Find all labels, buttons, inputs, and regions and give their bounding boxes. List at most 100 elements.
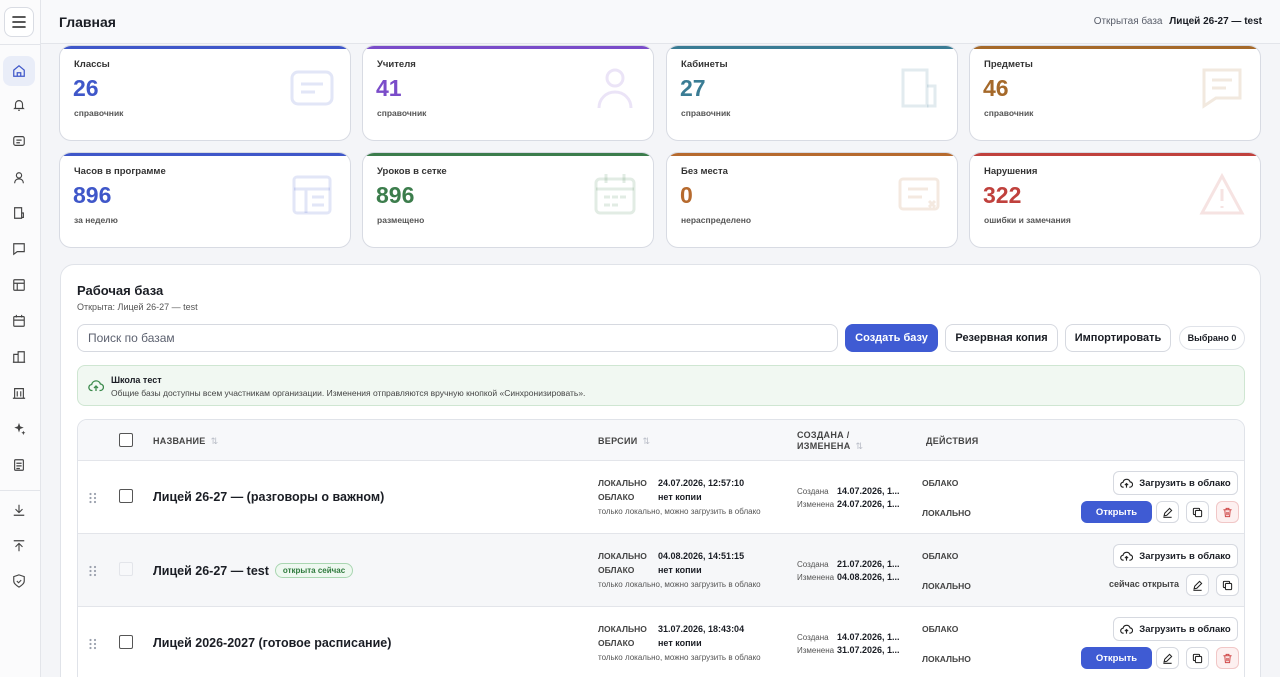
stat-card-subjects[interactable]: Предметы 46 справочник: [969, 45, 1261, 141]
cloud-version: нет копии: [658, 565, 702, 575]
local-label: ЛОКАЛЬНО: [598, 624, 647, 634]
edit-icon: [1163, 653, 1173, 664]
stat-card-lessons[interactable]: Уроков в сетке 896 размещено: [362, 152, 654, 248]
local-version: 24.07.2026, 12:57:10: [658, 478, 745, 488]
row-checkbox[interactable]: [119, 489, 133, 503]
backup-button[interactable]: Резервная копия: [945, 324, 1058, 352]
shield-icon[interactable]: [3, 566, 35, 596]
upload-label: Загрузить в облако: [1139, 623, 1231, 635]
changed-label: Изменена: [797, 646, 835, 655]
created-date: 14.07.2026, 1...: [837, 632, 900, 642]
door-icon[interactable]: [3, 198, 35, 228]
buildings-icon[interactable]: [3, 342, 35, 372]
stat-value: 27: [680, 75, 706, 101]
stat-label: Часов в программе: [74, 166, 166, 177]
stat-value: 896: [73, 182, 112, 208]
edit-icon: [1163, 507, 1173, 518]
copy-icon: [1192, 653, 1203, 663]
user-icon[interactable]: [3, 163, 35, 193]
chat-icon[interactable]: [3, 234, 35, 264]
notice-text: Общие базы доступны всем участникам орга…: [111, 388, 586, 398]
created-label: Создана: [797, 487, 829, 496]
stat-card-hours[interactable]: Часов в программе 896 за неделю: [59, 152, 351, 248]
col-versions-header[interactable]: ВЕРСИИ ⇅: [598, 436, 650, 447]
calendar-icon[interactable]: [3, 306, 35, 336]
drag-handle-icon[interactable]: [88, 637, 98, 651]
table-row[interactable]: Лицей 26-27 — test открыта сейчас ЛОКАЛЬН…: [78, 534, 1244, 607]
base-name[interactable]: Лицей 2026-2027 (готовое расписание): [153, 636, 391, 650]
sparkles-icon[interactable]: [3, 414, 35, 444]
stat-sub: размещено: [377, 215, 425, 225]
open-button[interactable]: Открыть: [1081, 647, 1152, 669]
menu-icon[interactable]: [4, 7, 34, 37]
stat-card-rooms[interactable]: Кабинеты 27 справочник: [666, 45, 958, 141]
upload-to-cloud-button[interactable]: Загрузить в облако: [1113, 544, 1238, 568]
stat-value: 41: [376, 75, 402, 101]
panel-subtitle: Открыта: Лицей 26-27 — test: [77, 302, 198, 312]
duplicate-button[interactable]: [1216, 574, 1239, 596]
cloud-version: нет копии: [658, 492, 702, 502]
building-icon[interactable]: [3, 378, 35, 408]
download-icon[interactable]: [3, 495, 35, 525]
stat-sub: справочник: [74, 108, 124, 118]
rename-button[interactable]: [1156, 501, 1179, 523]
version-note: только локально, можно загрузить в облак…: [598, 653, 761, 662]
col-created-label: СОЗДАНА /: [797, 430, 850, 440]
row-checkbox[interactable]: [119, 635, 133, 649]
stat-value: 0: [680, 182, 693, 208]
table-row[interactable]: Лицей 26-27 — (разговоры о важном) ЛОКАЛ…: [78, 461, 1244, 534]
table-icon[interactable]: [3, 270, 35, 300]
base-name[interactable]: Лицей 26-27 — test открыта сейчас: [153, 563, 354, 578]
copy-icon: [1192, 507, 1203, 517]
created-label: Создана: [797, 633, 829, 642]
search-input[interactable]: [77, 324, 838, 352]
open-button[interactable]: Открыть: [1081, 501, 1152, 523]
rename-button[interactable]: [1186, 574, 1209, 596]
col-name-label: НАЗВАНИЕ: [153, 436, 206, 446]
drag-handle-icon[interactable]: [88, 491, 98, 505]
local-status: ЛОКАЛЬНО: [922, 508, 971, 518]
upload-icon[interactable]: [3, 531, 35, 561]
import-button[interactable]: Импортировать: [1065, 324, 1171, 352]
col-name-header[interactable]: НАЗВАНИЕ ⇅: [153, 436, 218, 447]
table-header: НАЗВАНИЕ ⇅ ВЕРСИИ ⇅ СОЗДАНА / ИЗМЕНЕНА ⇅ ДЕ…: [78, 420, 1244, 461]
base-name[interactable]: Лицей 26-27 — (разговоры о важном): [153, 490, 384, 504]
cloud-label: ОБЛАКО: [598, 638, 635, 648]
duplicate-button[interactable]: [1186, 501, 1209, 523]
stat-label: Без места: [681, 166, 728, 177]
selected-count-badge: Выбрано 0: [1179, 326, 1245, 350]
bell-icon[interactable]: [3, 90, 35, 120]
changed-label: Изменена: [797, 500, 835, 509]
stat-card-teachers[interactable]: Учителя 41 справочник: [362, 45, 654, 141]
select-all-checkbox[interactable]: [119, 433, 133, 447]
upload-to-cloud-button[interactable]: Загрузить в облако: [1113, 471, 1238, 495]
stat-label: Предметы: [984, 59, 1033, 70]
create-base-button[interactable]: Создать базу: [845, 324, 938, 352]
sidebar-divider: [0, 490, 40, 491]
stat-value: 322: [983, 182, 1022, 208]
rename-button[interactable]: [1156, 647, 1179, 669]
created-label: Создана: [797, 560, 829, 569]
stat-label: Кабинеты: [681, 59, 728, 70]
home-icon[interactable]: [3, 56, 35, 86]
drag-handle-icon[interactable]: [88, 564, 98, 578]
stat-card-violations[interactable]: Нарушения 322 ошибки и замечания: [969, 152, 1261, 248]
trash-icon: [1223, 653, 1232, 663]
local-status: ЛОКАЛЬНО: [922, 581, 971, 591]
delete-button[interactable]: [1216, 647, 1239, 669]
changed-date: 31.07.2026, 1...: [837, 645, 900, 655]
col-created-header[interactable]: СОЗДАНА / ИЗМЕНЕНА ⇅: [797, 430, 863, 452]
cloud-status: ОБЛАКО: [922, 551, 959, 561]
table-row[interactable]: Лицей 2026-2027 (готовое расписание) ЛОК…: [78, 607, 1244, 677]
message-square-icon[interactable]: [3, 126, 35, 156]
upload-to-cloud-button[interactable]: Загрузить в облако: [1113, 617, 1238, 641]
col-actions-header: ДЕЙСТВИЯ: [926, 436, 979, 446]
stat-card-classes[interactable]: Классы 26 справочник: [59, 45, 351, 141]
duplicate-button[interactable]: [1186, 647, 1209, 669]
stat-sub: справочник: [984, 108, 1034, 118]
delete-button[interactable]: [1216, 501, 1239, 523]
document-icon[interactable]: [3, 450, 35, 480]
stat-card-unplaced[interactable]: Без места 0 нераспределено: [666, 152, 958, 248]
upload-label: Загрузить в облако: [1139, 477, 1231, 489]
table-icon: [292, 175, 332, 215]
